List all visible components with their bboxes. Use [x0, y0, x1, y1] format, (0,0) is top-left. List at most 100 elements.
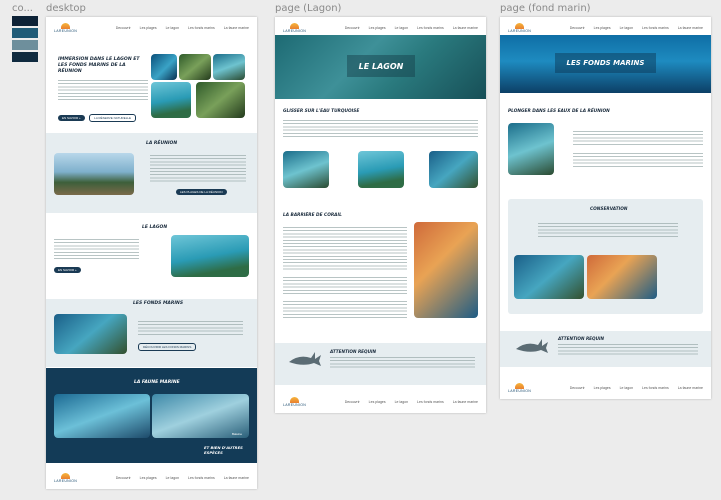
- logo[interactable]: LAREUNION: [54, 23, 77, 33]
- fond-footer: LAREUNION Decouvrir Les plages Le lagon …: [500, 377, 711, 399]
- logo[interactable]: LAREUNION: [508, 23, 531, 33]
- lagon-image: [171, 235, 249, 277]
- footer-link-faune[interactable]: La faune marine: [224, 476, 249, 480]
- swatch-dark-navy[interactable]: [12, 16, 38, 26]
- logo[interactable]: LAREUNION: [283, 23, 306, 33]
- fond-banner-box: LES FONDS MARINS: [555, 53, 656, 73]
- lagon-button[interactable]: EN SAVOIR +: [54, 267, 81, 273]
- lagon-section2-paragraph-3: [283, 301, 407, 319]
- footer-link-faune[interactable]: La faune marine: [678, 386, 703, 390]
- footer-link-lagon[interactable]: Le lagon: [620, 386, 633, 390]
- footer-link-plages[interactable]: Les plages: [140, 476, 157, 480]
- hero-primary-button[interactable]: EN SAVOIR +: [58, 115, 85, 121]
- logo-text: LAREUNION: [54, 29, 78, 33]
- fond-conservation-image-2: [587, 255, 657, 299]
- lagon-warning-title: ATTENTION REQUIN: [330, 349, 377, 354]
- logo-text: LAREUNION: [283, 29, 307, 33]
- hero-image-4: [151, 82, 191, 118]
- fond-conservation-paragraph: [538, 223, 678, 239]
- section-lagon-title: LE LAGON: [142, 225, 168, 230]
- nav-link-fonds[interactable]: Les fonds marins: [417, 26, 444, 30]
- lagon-image-3: [429, 151, 478, 188]
- footer-links: Decouvrir Les plages Le lagon Les fonds …: [570, 386, 703, 390]
- section-fonds-title: LES FONDS MARINS: [133, 301, 184, 306]
- nav-link-plages[interactable]: Les plages: [140, 26, 157, 30]
- fonds-button[interactable]: DÉCOUVRIR LES FONDS MARINS: [138, 343, 197, 351]
- section-faune-title: LA FAUNE MARINE: [134, 380, 180, 385]
- footer-logo[interactable]: LAREUNION: [54, 473, 77, 483]
- footer-link-lagon[interactable]: Le lagon: [395, 400, 408, 404]
- frame-label-desktop[interactable]: desktop: [46, 3, 86, 14]
- footer-link-plages[interactable]: Les plages: [369, 400, 386, 404]
- hero-text: IMMERSION DANS LE LAGON ET LES FONDS MAR…: [58, 57, 148, 124]
- lagon-banner-title: LE LAGON: [358, 61, 404, 71]
- fond-banner-title: LES FONDS MARINS: [566, 59, 645, 67]
- footer-logo-text: LAREUNION: [508, 389, 532, 393]
- nav-link-faune[interactable]: La faune marine: [224, 26, 249, 30]
- nav-link-faune[interactable]: La faune marine: [678, 26, 703, 30]
- artboard-page-lagon[interactable]: LAREUNION Decouvrir Les plages Le lagon …: [275, 17, 486, 413]
- artboard-desktop[interactable]: LAREUNION Decouvrir Les plages Le lagon …: [46, 17, 257, 489]
- faune-caption: Baleine: [232, 432, 243, 436]
- shark-icon: [516, 339, 548, 353]
- fond-image-1: [508, 123, 554, 175]
- hero-image-3: [213, 54, 245, 80]
- nav-link-decouvrir[interactable]: Decouvrir: [116, 26, 131, 30]
- section-faune: LA FAUNE MARINE Baleine ET BIEN D'AUTRES…: [46, 368, 257, 463]
- nav-link-faune[interactable]: La faune marine: [453, 26, 478, 30]
- footer-logo[interactable]: LAREUNION: [283, 397, 306, 407]
- fond-conservation-image-1: [514, 255, 584, 299]
- nav-links: Decouvrir Les plages Le lagon Les fonds …: [570, 26, 703, 30]
- lagon-banner-box: LE LAGON: [347, 55, 415, 77]
- frame-label-fond-marin[interactable]: page (fond marin): [500, 3, 591, 14]
- footer-logo-text: LAREUNION: [283, 403, 307, 407]
- footer-logo[interactable]: LAREUNION: [508, 383, 531, 393]
- color-palette[interactable]: [12, 16, 38, 64]
- swatch-deep-blue[interactable]: [12, 52, 38, 62]
- reunion-paragraph: [150, 155, 246, 183]
- nav-link-fonds[interactable]: Les fonds marins: [188, 26, 215, 30]
- fond-warning-title: ATTENTION REQUIN: [558, 336, 605, 341]
- footer-link-lagon[interactable]: Le lagon: [166, 476, 179, 480]
- nav-links: Decouvrir Les plages Le lagon Les fonds …: [116, 26, 249, 30]
- footer-link-faune[interactable]: La faune marine: [453, 400, 478, 404]
- fond-section1-title: PLONGER DANS LES EAUX DE LA RÉUNION: [508, 109, 610, 114]
- footer-link-decouvrir[interactable]: Decouvrir: [570, 386, 585, 390]
- swatch-grey-blue[interactable]: [12, 40, 38, 50]
- footer-link-decouvrir[interactable]: Decouvrir: [345, 400, 360, 404]
- lagon-image-2: [358, 151, 404, 188]
- lagon-banner: LE LAGON: [275, 35, 486, 99]
- fonds-paragraph: [138, 321, 243, 337]
- desktop-nav: LAREUNION Decouvrir Les plages Le lagon …: [46, 17, 257, 39]
- hero-image-2: [179, 54, 211, 80]
- footer-link-fonds[interactable]: Les fonds marins: [188, 476, 215, 480]
- nav-link-lagon[interactable]: Le lagon: [620, 26, 633, 30]
- fond-banner: LES FONDS MARINS: [500, 35, 711, 93]
- lagon-footer: LAREUNION Decouvrir Les plages Le lagon …: [275, 391, 486, 413]
- footer-link-decouvrir[interactable]: Decouvrir: [116, 476, 131, 480]
- hero-secondary-button[interactable]: LA RÉSERVE NATURELLE: [89, 114, 137, 122]
- nav-link-plages[interactable]: Les plages: [369, 26, 386, 30]
- fond-section2-title: CONSERVATION: [590, 207, 628, 212]
- nav-link-decouvrir[interactable]: Decouvrir: [570, 26, 585, 30]
- nav-link-plages[interactable]: Les plages: [594, 26, 611, 30]
- fond-conservation: CONSERVATION: [508, 199, 703, 314]
- hero-title: IMMERSION DANS LE LAGON ET LES FONDS MAR…: [58, 57, 140, 74]
- nav-link-lagon[interactable]: Le lagon: [166, 26, 179, 30]
- swatch-teal[interactable]: [12, 28, 38, 38]
- hero-paragraph: [58, 80, 148, 102]
- footer-link-fonds[interactable]: Les fonds marins: [642, 386, 669, 390]
- hero-image-1: [151, 54, 177, 80]
- nav-link-decouvrir[interactable]: Decouvrir: [345, 26, 360, 30]
- footer-link-plages[interactable]: Les plages: [594, 386, 611, 390]
- frame-label-lagon[interactable]: page (Lagon): [275, 3, 341, 14]
- frame-label-colors[interactable]: co...: [12, 3, 33, 14]
- fond-section1-paragraph-1: [573, 131, 703, 145]
- reunion-button[interactable]: LES PLAGES DE LA RÉUNION: [176, 189, 227, 195]
- fond-shark-warning: ATTENTION REQUIN: [500, 331, 711, 367]
- nav-link-fonds[interactable]: Les fonds marins: [642, 26, 669, 30]
- nav-link-lagon[interactable]: Le lagon: [395, 26, 408, 30]
- lagon-section2-title: LA BARRIÈRE DE CORAIL: [283, 213, 342, 218]
- artboard-page-fond-marin[interactable]: LAREUNION Decouvrir Les plages Le lagon …: [500, 17, 711, 399]
- footer-link-fonds[interactable]: Les fonds marins: [417, 400, 444, 404]
